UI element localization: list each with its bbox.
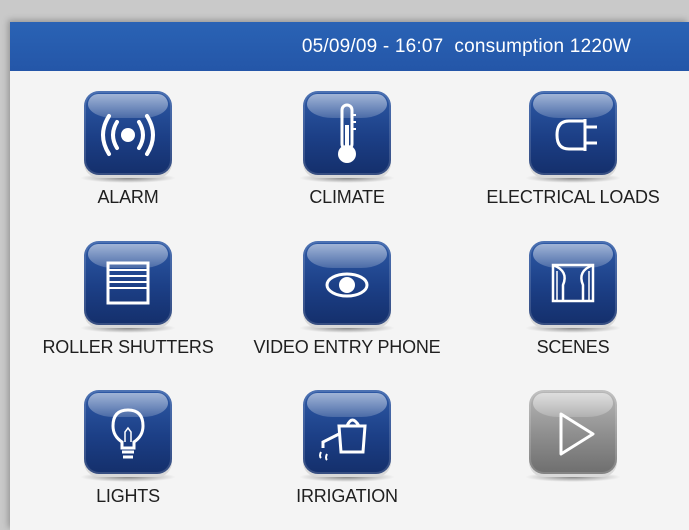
tile-label: LIGHTS — [96, 486, 160, 506]
tile-lights[interactable]: LIGHTS — [13, 390, 243, 507]
tile-label: VIDEO ENTRY PHONE — [253, 337, 441, 357]
tile-alarm[interactable]: ALARM — [13, 91, 243, 208]
lights-button[interactable] — [84, 390, 172, 474]
tile-label: ROLLER SHUTTERS — [42, 337, 214, 357]
tile-label: SCENES — [536, 337, 610, 357]
consumption-text: consumption 1220W — [454, 35, 631, 57]
tile-climate[interactable]: CLIMATE — [232, 91, 462, 208]
tile-label: ELECTRICAL LOADS — [486, 187, 660, 207]
tile-irrigation[interactable]: IRRIGATION — [232, 390, 462, 507]
tile-label: IRRIGATION — [296, 486, 398, 506]
tile-label: CLIMATE — [309, 187, 385, 207]
alarm-button[interactable] — [84, 91, 172, 175]
video-entry-phone-button[interactable] — [303, 241, 391, 325]
scenes-button[interactable] — [529, 241, 617, 325]
datetime-text: 05/09/09 - 16:07 — [301, 35, 444, 57]
thermometer-icon — [338, 103, 356, 163]
lightbulb-icon — [111, 408, 145, 459]
climate-button[interactable] — [303, 91, 391, 175]
tile-scenes[interactable]: SCENES — [458, 241, 688, 358]
theater-curtain-icon — [551, 263, 595, 303]
alarm-icon — [101, 114, 155, 156]
watering-can-icon — [319, 418, 367, 461]
tile-next[interactable] — [458, 390, 688, 486]
tile-label: ALARM — [97, 187, 159, 207]
irrigation-button[interactable] — [303, 390, 391, 474]
tile-video-entry-phone[interactable]: VIDEO ENTRY PHONE — [232, 241, 462, 358]
electrical-loads-button[interactable] — [529, 91, 617, 175]
next-page-button[interactable] — [529, 390, 617, 474]
app-window: 05/09/09 - 16:07 consumption 1220W ALARM — [10, 22, 689, 530]
status-bar: 05/09/09 - 16:07 consumption 1220W — [10, 22, 689, 71]
tile-roller-shutters[interactable]: ROLLER SHUTTERS — [13, 241, 243, 358]
tile-electrical-loads[interactable]: ELECTRICAL LOADS — [458, 91, 688, 208]
eye-icon — [325, 272, 369, 298]
plug-icon — [555, 119, 597, 151]
play-icon — [559, 412, 595, 456]
roller-shutters-button[interactable] — [84, 241, 172, 325]
roller-shutter-icon — [106, 261, 150, 305]
